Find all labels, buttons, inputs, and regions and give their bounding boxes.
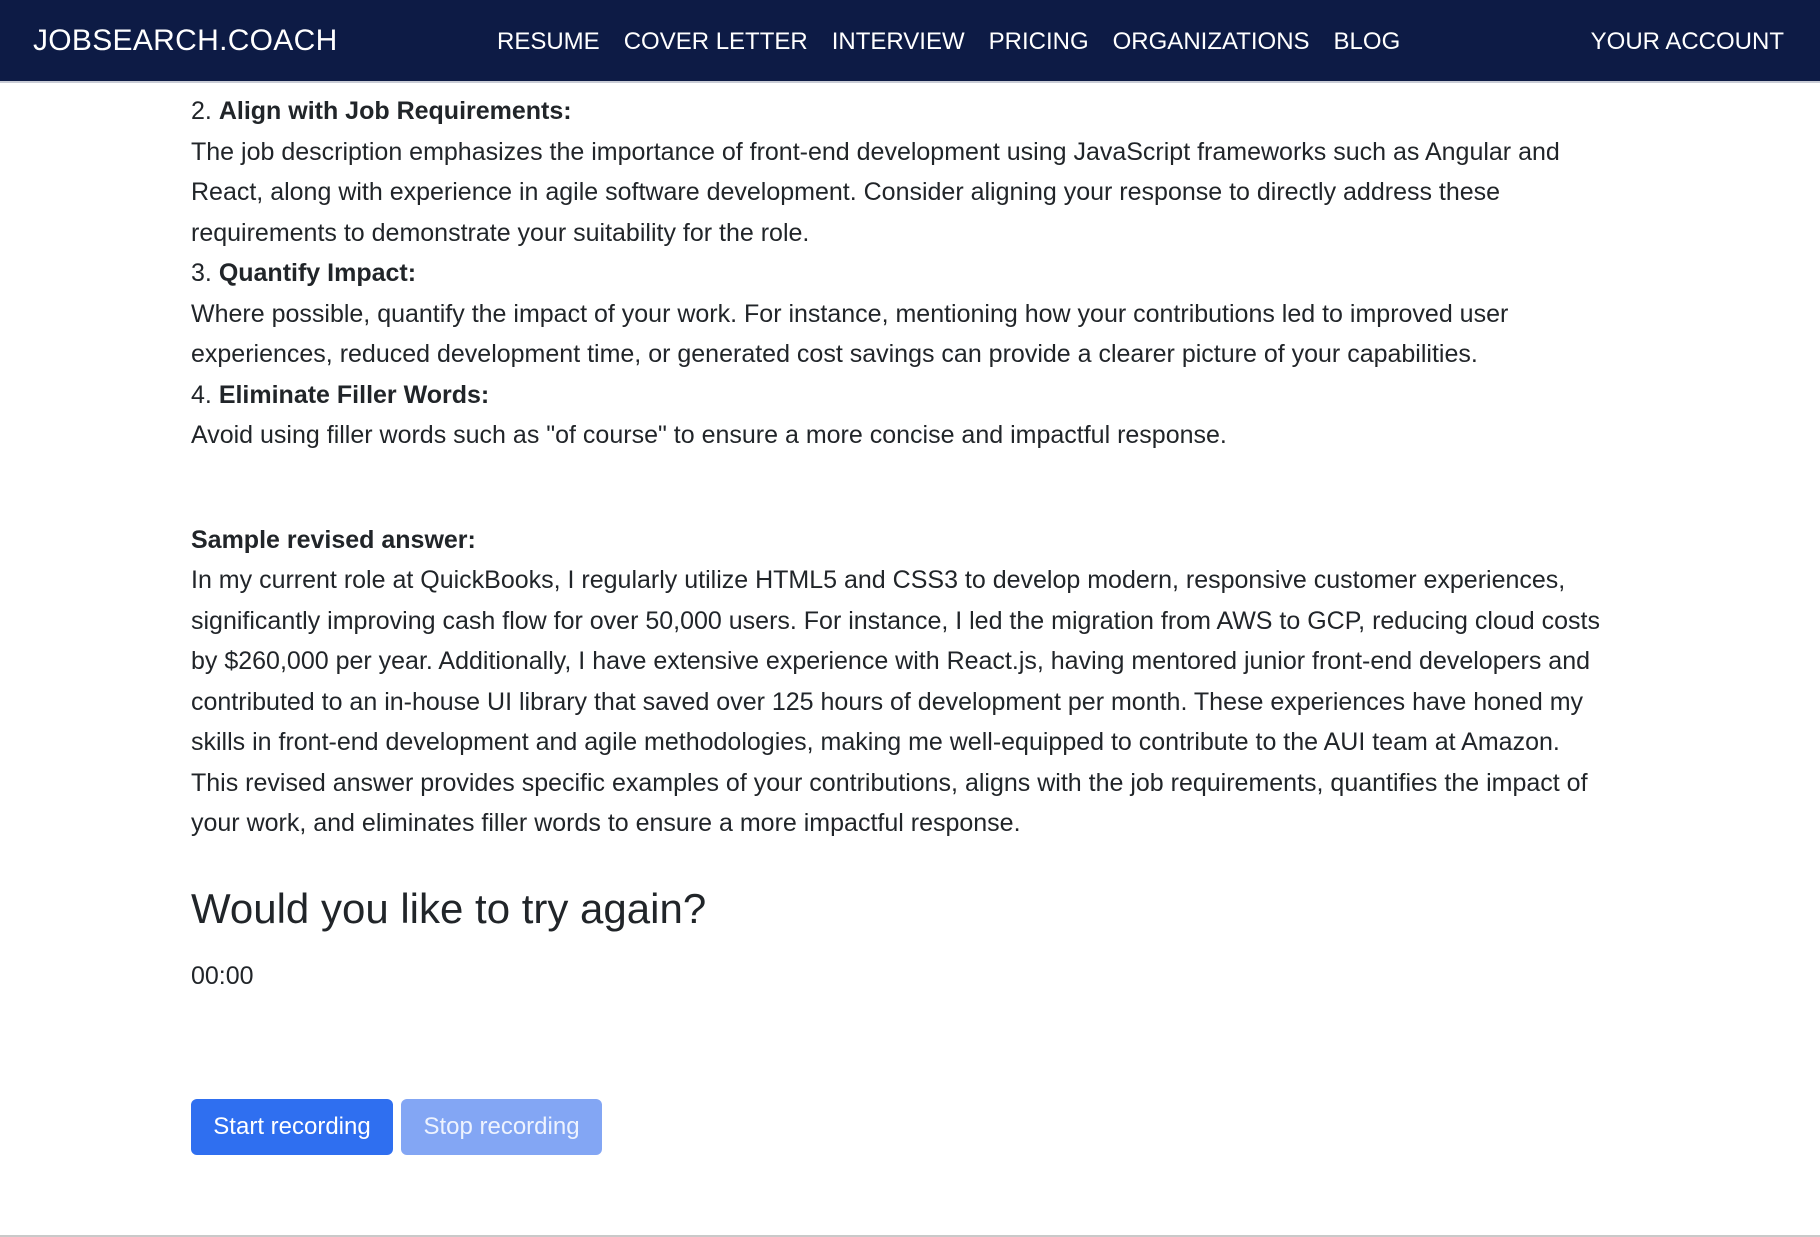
sample-answer-summary: This revised answer provides specific ex… bbox=[191, 768, 1588, 838]
feedback-item-number: 4. bbox=[191, 380, 212, 409]
sample-answer-heading: Sample revised answer: bbox=[191, 525, 476, 554]
nav-link-pricing[interactable]: PRICING bbox=[989, 28, 1089, 56]
feedback-item-number: 2. bbox=[191, 97, 212, 125]
nav-link-resume[interactable]: RESUME bbox=[497, 28, 600, 56]
top-navbar: JOBSEARCH.COACH RESUME COVER LETTER INTE… bbox=[0, 0, 1820, 83]
feedback-item: 2. Align with Job Requirements: The job … bbox=[191, 91, 1631, 253]
recording-timer: 00:00 bbox=[191, 961, 254, 990]
feedback-item-body: The job description emphasizes the impor… bbox=[191, 137, 1560, 247]
your-account-link[interactable]: YOUR ACCOUNT bbox=[1591, 28, 1784, 56]
feedback-item-title: Align with Job Requirements: bbox=[218, 97, 572, 125]
feedback-item-title: Eliminate Filler Words: bbox=[218, 380, 490, 409]
feedback-item-body: Where possible, quantify the impact of y… bbox=[191, 299, 1509, 369]
feedback-item-title: Quantify Impact: bbox=[218, 259, 417, 287]
feedback-item: 4. Eliminate Filler Words: Avoid using f… bbox=[191, 375, 1631, 456]
feedback-content: 2. Align with Job Requirements: The job … bbox=[191, 91, 1631, 996]
feedback-item-number: 3. bbox=[191, 259, 212, 287]
feedback-item: 3. Quantify Impact: Where possible, quan… bbox=[191, 253, 1631, 375]
brand-logo-link[interactable]: JOBSEARCH.COACH bbox=[33, 24, 338, 58]
try-again-heading: Would you like to try again? bbox=[191, 884, 707, 932]
nav-links: RESUME COVER LETTER INTERVIEW PRICING OR… bbox=[497, 28, 1424, 56]
nav-link-cover-letter[interactable]: COVER LETTER bbox=[624, 28, 808, 56]
nav-link-blog[interactable]: BLOG bbox=[1334, 28, 1401, 56]
recording-controls: Start recording Stop recording bbox=[191, 1099, 602, 1155]
start-recording-button[interactable]: Start recording bbox=[191, 1099, 393, 1155]
feedback-item-body: Avoid using filler words such as "of cou… bbox=[191, 421, 1227, 449]
stop-recording-button[interactable]: Stop recording bbox=[401, 1099, 602, 1155]
sample-answer-body: In my current role at QuickBooks, I regu… bbox=[191, 566, 1600, 756]
nav-link-interview[interactable]: INTERVIEW bbox=[832, 28, 965, 56]
nav-link-organizations[interactable]: ORGANIZATIONS bbox=[1113, 28, 1310, 56]
